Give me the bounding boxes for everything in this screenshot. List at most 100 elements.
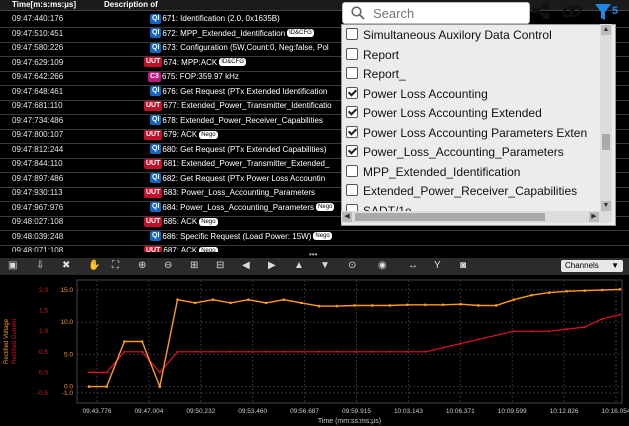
packet-text: 687: ACK bbox=[163, 246, 198, 252]
filter-checkbox[interactable] bbox=[346, 106, 358, 118]
filter-item[interactable]: Extended_Power_Receiver_Capabilities bbox=[346, 182, 577, 201]
packet-text: 680: Get Request (PTx Extended Capabilit… bbox=[162, 144, 327, 154]
current-point bbox=[300, 350, 303, 353]
filter-item[interactable]: Power Loss Accounting Extended bbox=[346, 104, 542, 123]
export-icon[interactable]: ⇩ bbox=[36, 260, 44, 272]
signal-chart[interactable]: 09:43.776 09:47.004 09:50.232 09:53.460 09:5… bbox=[0, 275, 629, 426]
current-point bbox=[88, 371, 90, 374]
scroll-thumb-h[interactable] bbox=[355, 213, 545, 221]
packet-text: 672: MPP_Extended_Identification bbox=[162, 28, 286, 38]
fit-icon[interactable]: ⛶ bbox=[112, 260, 119, 272]
current-point bbox=[176, 350, 179, 353]
arrow-down-icon[interactable]: ▼ bbox=[320, 260, 330, 272]
filter-item[interactable]: Power_Loss_Accounting_Parameters bbox=[346, 143, 564, 162]
arrow-right-icon[interactable]: ▶ bbox=[268, 260, 276, 272]
phase-tag: Nego bbox=[313, 232, 332, 241]
column-time[interactable]: Time[m:s:ms:µs] bbox=[12, 0, 76, 10]
voltage-tick-label: 15.0 bbox=[60, 287, 73, 294]
arrow-left-icon[interactable]: ◀ bbox=[242, 260, 250, 272]
horizontal-scrollbar[interactable]: ◀ ▶ bbox=[341, 211, 612, 223]
x-tick-label: 10:16.054 bbox=[602, 408, 629, 415]
voltage-point bbox=[565, 289, 569, 293]
scroll-down-icon[interactable]: ▼ bbox=[601, 201, 611, 211]
zoom-out-icon[interactable]: ⊖ bbox=[164, 260, 172, 272]
voltage-point bbox=[140, 340, 144, 343]
voltage-point bbox=[282, 298, 286, 301]
voltage-point bbox=[547, 291, 551, 294]
marker-icon[interactable]: ⊙ bbox=[348, 260, 356, 272]
source-badge: QI bbox=[150, 144, 162, 155]
pan-icon[interactable]: ✋ bbox=[88, 260, 100, 272]
filter-item[interactable]: Power Loss Accounting Parameters Exten bbox=[346, 124, 587, 143]
zoom-y-icon[interactable]: ⊟ bbox=[216, 260, 224, 272]
voltage-point bbox=[247, 298, 250, 301]
filter-item[interactable]: Power Loss Accounting bbox=[346, 85, 488, 104]
row-time: 09:48:071:108 bbox=[12, 246, 64, 252]
search-box[interactable] bbox=[342, 2, 530, 24]
current-point bbox=[265, 350, 267, 353]
filter-checkbox[interactable] bbox=[346, 145, 358, 157]
link-icon[interactable] bbox=[559, 0, 585, 24]
search-input[interactable] bbox=[371, 5, 525, 22]
filter-checkbox[interactable] bbox=[346, 164, 358, 177]
packet-text: 685: ACK bbox=[163, 217, 198, 226]
filter-item[interactable]: Report_ bbox=[346, 65, 406, 84]
voltage-point bbox=[406, 303, 409, 307]
zoom-in-icon[interactable]: ⊕ bbox=[138, 260, 146, 272]
filter-checkbox[interactable] bbox=[346, 28, 358, 40]
source-badge: QI bbox=[150, 42, 162, 53]
save-icon[interactable]: ▣ bbox=[8, 260, 17, 272]
voltage-point bbox=[264, 301, 268, 305]
filter-item[interactable]: Report bbox=[346, 46, 399, 65]
phase-tag: Nego bbox=[316, 203, 335, 212]
scroll-thumb[interactable] bbox=[602, 134, 610, 150]
filter-checkbox[interactable] bbox=[346, 184, 358, 196]
phase-tag: Nego bbox=[199, 130, 218, 139]
voltage-point bbox=[512, 298, 516, 301]
scroll-up-icon[interactable]: ▲ bbox=[601, 25, 611, 35]
column-description[interactable]: Description of bbox=[104, 0, 158, 10]
splitter-handle[interactable]: ••• bbox=[309, 251, 321, 259]
filter-item-label: Power Loss Accounting bbox=[363, 86, 488, 101]
search-icon bbox=[351, 6, 365, 20]
current-point bbox=[477, 338, 480, 341]
filter-icon[interactable] bbox=[594, 0, 612, 24]
channels-dropdown[interactable]: Channels ▼ bbox=[561, 260, 623, 272]
x-tick-label: 09:56.687 bbox=[290, 408, 319, 415]
source-badge: QI bbox=[150, 231, 162, 242]
scroll-left-icon[interactable]: ◀ bbox=[342, 212, 352, 222]
scroll-right-icon[interactable]: ▶ bbox=[589, 212, 599, 222]
current-point bbox=[548, 330, 551, 333]
voltage-point bbox=[441, 303, 445, 307]
delete-icon[interactable]: ✖ bbox=[62, 260, 70, 272]
source-badge: C3 bbox=[148, 71, 161, 82]
filter-checkbox[interactable] bbox=[346, 47, 358, 60]
x-axis-label: Time (mm:ss:ms:µs) bbox=[318, 418, 381, 425]
current-point bbox=[335, 350, 338, 353]
voltage-point bbox=[601, 288, 604, 292]
arrow-up-icon[interactable]: ▲ bbox=[294, 260, 304, 272]
measure-icon[interactable]: ↔ bbox=[408, 260, 418, 272]
current-tick-label: 0.5 bbox=[39, 349, 48, 356]
filter-item[interactable]: MPP_Extended_Identification bbox=[346, 163, 520, 182]
voltage-point bbox=[353, 304, 356, 307]
source-badge: QI bbox=[150, 202, 162, 213]
current-point bbox=[247, 350, 250, 353]
current-point bbox=[318, 350, 321, 353]
filter-item-label: Power Loss Accounting Extended bbox=[363, 106, 542, 120]
filter-checkbox[interactable] bbox=[346, 67, 358, 79]
wireless-icon[interactable]: ◉ bbox=[378, 260, 387, 272]
current-tick-label: 2.0 bbox=[39, 287, 48, 294]
filter-list[interactable]: Simultaneous Auxilory Data Control Report… bbox=[341, 24, 616, 226]
camera-icon[interactable]: ◙ bbox=[460, 260, 466, 272]
voltage-point bbox=[530, 293, 533, 297]
split-icon[interactable]: Y bbox=[434, 260, 441, 272]
filter-checkbox[interactable] bbox=[346, 125, 358, 138]
filter-item[interactable]: Simultaneous Auxilory Data Control bbox=[346, 26, 552, 45]
filter-checkbox[interactable] bbox=[346, 86, 358, 99]
voltage-point bbox=[424, 303, 427, 307]
zoom-x-icon[interactable]: ⊞ bbox=[190, 260, 198, 272]
vertical-scrollbar[interactable]: ▲ ▼ bbox=[600, 24, 612, 212]
flow-diagram-icon[interactable] bbox=[528, 0, 554, 24]
source-badge: UUT bbox=[144, 245, 163, 252]
